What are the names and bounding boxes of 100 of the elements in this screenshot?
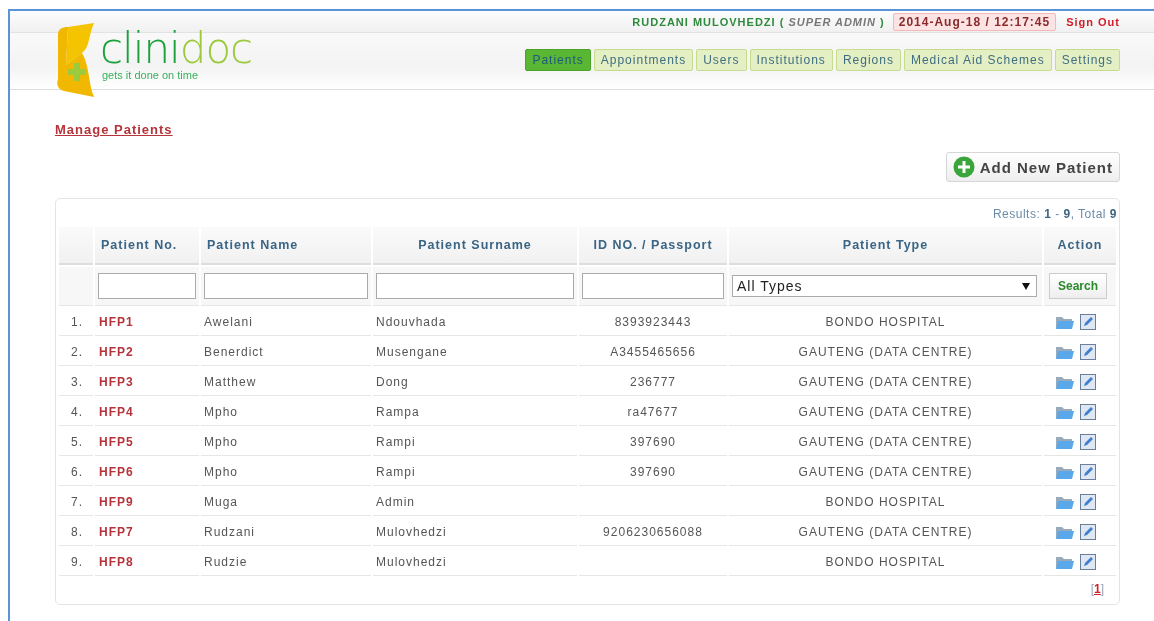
row-number: 8. — [59, 518, 93, 546]
table-cell: Matthew — [201, 368, 371, 396]
edit-icon[interactable] — [1080, 313, 1096, 330]
nav-tab[interactable]: Institutions — [749, 49, 833, 71]
patient-number-filter[interactable] — [98, 273, 196, 299]
plus-icon — [952, 156, 975, 178]
table-cell: BONDO HOSPITAL — [729, 488, 1042, 516]
row-number: 1. — [59, 308, 93, 336]
patient-number[interactable]: HFP1 — [95, 308, 199, 336]
sign-out-link[interactable]: Sign Out — [1066, 15, 1120, 28]
edit-icon[interactable] — [1080, 403, 1096, 420]
table-cell: Rudzani — [201, 518, 371, 546]
nav-tab[interactable]: Settings — [1054, 49, 1120, 71]
folder-icon[interactable] — [1056, 494, 1074, 509]
row-number: 5. — [59, 428, 93, 456]
folder-icon[interactable] — [1056, 314, 1074, 329]
patient-number[interactable]: HFP7 — [95, 518, 199, 546]
table-cell: Rampi — [373, 428, 577, 456]
patient-number[interactable]: HFP9 — [95, 488, 199, 516]
patient-type-dropdown[interactable]: All Types — [732, 275, 1037, 297]
table-cell: Muga — [201, 488, 371, 516]
row-number: 6. — [59, 458, 93, 486]
folder-icon[interactable] — [1056, 344, 1074, 359]
page-title-link[interactable]: Manage Patients — [55, 122, 173, 137]
table-cell: Musengane — [373, 338, 577, 366]
row-number: 9. — [59, 548, 93, 576]
table-cell: 9206230656088 — [579, 518, 727, 546]
patient-number[interactable]: HFP4 — [95, 398, 199, 426]
table-cell: ra47677 — [579, 398, 727, 426]
user-name: RUDZANI MULOVHEDZI — [632, 15, 776, 28]
table-cell: GAUTENG (DATA CENTRE) — [729, 428, 1042, 456]
table-cell: GAUTENG (DATA CENTRE) — [729, 368, 1042, 396]
table-cell: GAUTENG (DATA CENTRE) — [729, 398, 1042, 426]
table-cell: GAUTENG (DATA CENTRE) — [729, 518, 1042, 546]
patient-name-filter[interactable] — [204, 273, 368, 299]
logo-wordmark: clinidoc gets it done on time — [100, 25, 253, 81]
column-header: Patient Name — [201, 227, 371, 265]
table-cell: Mpho — [201, 428, 371, 456]
row-number: 4. — [59, 398, 93, 426]
edit-icon[interactable] — [1080, 553, 1096, 570]
column-header: Patient No. — [95, 227, 199, 265]
add-patient-button[interactable]: Add New Patient — [945, 152, 1120, 182]
table-cell: Rudzie — [201, 548, 371, 576]
row-number: 3. — [59, 368, 93, 396]
edit-icon[interactable] — [1080, 493, 1096, 510]
table-cell: 236777 — [579, 368, 727, 396]
edit-icon[interactable] — [1080, 373, 1096, 390]
folder-icon[interactable] — [1056, 464, 1074, 479]
user-role: SUPER ADMIN — [788, 15, 877, 28]
nav-tab[interactable]: Users — [696, 49, 747, 71]
edit-icon[interactable] — [1080, 343, 1096, 360]
patient-number[interactable]: HFP5 — [95, 428, 199, 456]
table-cell: Mulovhedzi — [373, 518, 577, 546]
folder-icon[interactable] — [1056, 524, 1074, 539]
table-cell: BONDO HOSPITAL — [729, 308, 1042, 336]
row-number: 7. — [59, 488, 93, 516]
folder-icon[interactable] — [1056, 404, 1074, 419]
table-cell: 8393923443 — [579, 308, 727, 336]
table-cell: Awelani — [201, 308, 371, 336]
table-cell: Mulovhedzi — [373, 548, 577, 576]
edit-icon[interactable] — [1080, 523, 1096, 540]
table-cell: Dong — [373, 368, 577, 396]
column-header: ID NO. / Passport — [579, 227, 727, 265]
role-bracket: ) — [880, 15, 885, 28]
folder-icon[interactable] — [1056, 374, 1074, 389]
nav-tab[interactable]: Medical Aid Schemes — [903, 49, 1052, 71]
table-cell: Rampi — [373, 458, 577, 486]
table-cell: Benerdict — [201, 338, 371, 366]
table-cell: A3455465656 — [579, 338, 727, 366]
column-header: Action — [1044, 227, 1116, 265]
pagination-bracket: ] — [1100, 582, 1104, 596]
patient-surname-filter[interactable] — [376, 273, 574, 299]
column-header: Patient Type — [729, 227, 1042, 265]
search-button[interactable]: Search — [1049, 273, 1108, 299]
table-cell: Mpho — [201, 458, 371, 486]
column-header: Patient Surname — [373, 227, 577, 265]
table-cell: Mpho — [201, 398, 371, 426]
table-cell: 397690 — [579, 458, 727, 486]
patient-number[interactable]: HFP8 — [95, 548, 199, 576]
nav-tab[interactable]: Appointments — [593, 49, 694, 71]
nav-tab[interactable]: Regions — [835, 49, 901, 71]
patient-number[interactable]: HFP3 — [95, 368, 199, 396]
row-number: 2. — [59, 338, 93, 366]
edit-icon[interactable] — [1080, 463, 1096, 480]
table-cell: Rampa — [373, 398, 577, 426]
date-time: 2014-Aug-18 / 12:17:45 — [892, 12, 1057, 31]
edit-icon[interactable] — [1080, 433, 1096, 450]
id-filter[interactable] — [582, 273, 724, 299]
folder-icon[interactable] — [1056, 434, 1074, 449]
table-cell: GAUTENG (DATA CENTRE) — [729, 458, 1042, 486]
table-cell: BONDO HOSPITAL — [729, 548, 1042, 576]
results-count: Results: 1 - 9, Total 9 — [992, 207, 1117, 221]
dropdown-arrow-icon — [1022, 282, 1030, 290]
patient-number[interactable]: HFP2 — [95, 338, 199, 366]
patient-number[interactable]: HFP6 — [95, 458, 199, 486]
folder-icon[interactable] — [1056, 554, 1074, 569]
table-cell: Ndouvhada — [373, 308, 577, 336]
table-cell: Admin — [373, 488, 577, 516]
pagination-bracket: [ — [1090, 582, 1094, 596]
table-cell: GAUTENG (DATA CENTRE) — [729, 338, 1042, 366]
